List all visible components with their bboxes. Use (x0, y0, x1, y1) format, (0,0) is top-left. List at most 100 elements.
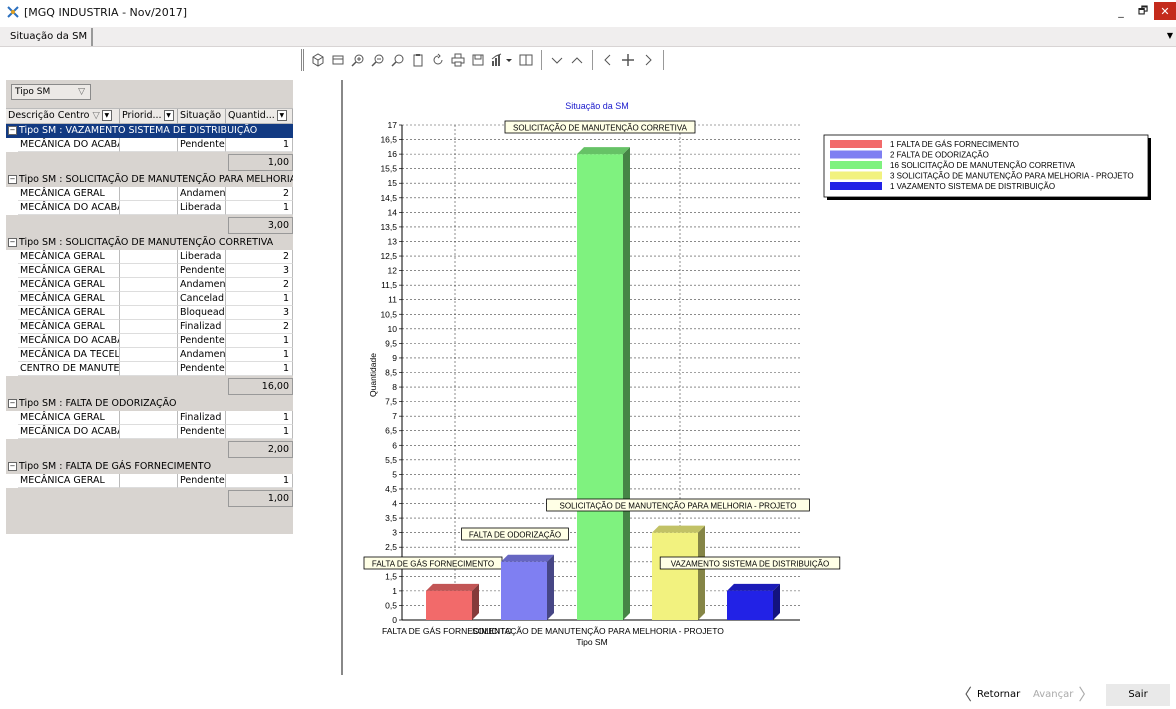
table-cell (120, 334, 178, 348)
y-tick-label: 0 (392, 615, 397, 625)
table-cell: Andamen (178, 348, 226, 362)
table-row[interactable]: MECÂNICA GERAL Pendente 1 (6, 474, 293, 488)
expand-icon[interactable] (567, 50, 587, 70)
prev-icon[interactable] (598, 50, 618, 70)
table-row[interactable]: MECÂNICA DA TECELA Andamen 1 (6, 348, 293, 362)
next-icon[interactable] (638, 50, 658, 70)
table-row[interactable]: MECÂNICA DO ACABAI Pendente 1 (6, 334, 293, 348)
table-row[interactable]: MECÂNICA GERAL Liberada 2 (6, 250, 293, 264)
column-header-descricao[interactable]: Descrição Centro ▽ ▼ (6, 109, 120, 124)
y-tick-label: 3,5 (385, 513, 397, 523)
bar-top (727, 583, 780, 591)
minimize-button[interactable]: _ (1110, 2, 1132, 20)
panel-splitter[interactable] (341, 80, 343, 675)
window-icon[interactable] (328, 50, 348, 70)
bar (727, 590, 773, 620)
group-by-box[interactable]: Tipo SM ▽ (11, 84, 91, 100)
chart-type-icon[interactable] (488, 50, 516, 70)
table-row[interactable]: MECÂNICA GERAL Finalizad 2 (6, 320, 293, 334)
legend-swatch (830, 182, 882, 190)
column-header-label: Quantid... (228, 110, 275, 121)
table-row[interactable]: MECÂNICA GERAL Finalizad 1 (6, 411, 293, 425)
x-tick-label: SOLICITAÇÃO DE MANUTENÇÃO PARA MELHORIA … (472, 626, 724, 636)
table-cell (120, 264, 178, 278)
tab-dropdown-icon[interactable]: ▼ (1167, 31, 1173, 40)
column-header-quantidade[interactable]: Quantid... ▼ (226, 109, 293, 124)
total-cell: 16,00 (228, 378, 293, 395)
collapse-icon[interactable]: − (8, 399, 17, 408)
tab-situacao-sm[interactable]: Situação da SM (6, 28, 94, 46)
table-row[interactable]: MECÂNICA GERAL Cancelad 1 (6, 292, 293, 306)
collapse-icon[interactable] (547, 50, 567, 70)
table-cell (120, 306, 178, 320)
table-row[interactable]: MECÂNICA DO ACABAI Pendente 1 (6, 425, 293, 439)
group-title: Tipo SM : SOLICITAÇÃO DE MANUTENÇÃO CORR… (19, 237, 274, 248)
table-row[interactable]: MECÂNICA GERAL Andamen 2 (6, 278, 293, 292)
table-cell: 1 (226, 425, 293, 439)
y-tick-label: 12 (388, 266, 398, 276)
pivot-grid: Tipo SM ▽ Descrição Centro ▽ ▼ Priorid...… (6, 80, 293, 534)
print-icon[interactable] (448, 50, 468, 70)
table-cell: Pendente (178, 362, 226, 376)
save-icon[interactable] (468, 50, 488, 70)
zoom-in-icon[interactable] (348, 50, 368, 70)
column-header-label: Priorid... (122, 110, 162, 121)
table-row[interactable]: MECÂNICA DO ACABAI Pendente 1 (6, 138, 293, 152)
move-icon[interactable] (618, 50, 638, 70)
y-tick-label: 9 (392, 353, 397, 363)
y-tick-label: 0,5 (385, 600, 397, 610)
group-row[interactable]: − Tipo SM : SOLICITAÇÃO DE MANUTENÇÃO COR… (6, 236, 293, 250)
table-cell: Cancelad (178, 292, 226, 306)
bar (577, 154, 623, 620)
next-label: Avançar (1033, 689, 1074, 700)
group-row[interactable]: − Tipo SM : SOLICITAÇÃO DE MANUTENÇÃO PAR… (6, 173, 293, 187)
dropdown-icon[interactable]: ▼ (163, 110, 174, 121)
y-tick-label: 6,5 (385, 426, 397, 436)
dropdown-icon[interactable]: ▼ (101, 110, 112, 121)
collapse-icon[interactable]: − (8, 462, 17, 471)
rotate-icon[interactable] (428, 50, 448, 70)
restore-button[interactable]: 🗗 (1132, 2, 1154, 20)
column-header-situacao[interactable]: Situação (178, 109, 226, 124)
total-row: 2,00 (6, 441, 293, 458)
y-tick-label: 8 (392, 382, 397, 392)
data-label: FALTA DE GÁS FORNECIMENTO (372, 560, 494, 569)
table-cell: 2 (226, 187, 293, 201)
table-cell: MECÂNICA GERAL (18, 320, 120, 334)
table-cell: 1 (226, 292, 293, 306)
group-row[interactable]: − Tipo SM : FALTA DE GÁS FORNECIMENTO (6, 460, 293, 474)
table-row[interactable]: MECÂNICA GERAL Andamen 2 (6, 187, 293, 201)
total-cell: 2,00 (228, 441, 293, 458)
filter-icon[interactable]: ▽ (93, 110, 100, 121)
exit-button[interactable]: Sair (1106, 684, 1170, 706)
zoom-out-icon[interactable] (368, 50, 388, 70)
clipboard-icon[interactable] (408, 50, 428, 70)
y-tick-label: 9,5 (385, 338, 397, 348)
table-row[interactable]: CENTRO DE MANUTEN Pendente 1 (6, 362, 293, 376)
table-cell: 2 (226, 250, 293, 264)
filter-icon[interactable]: ▽ (78, 85, 85, 99)
table-cell: 1 (226, 201, 293, 215)
zoom-fit-icon[interactable] (388, 50, 408, 70)
table-row[interactable]: MECÂNICA GERAL Pendente 3 (6, 264, 293, 278)
next-button[interactable]: Avançar 〉 (1033, 684, 1094, 706)
group-row[interactable]: − Tipo SM : VAZAMENTO SISTEMA DE DISTRIBU… (6, 124, 293, 138)
table-row[interactable]: MECÂNICA DO ACABAI Liberada 1 (6, 201, 293, 215)
collapse-icon[interactable]: − (8, 238, 17, 247)
tab-bar: Situação da SM ▼ (0, 27, 1176, 47)
back-button[interactable]: 〈 Retornar (956, 684, 1020, 706)
collapse-icon[interactable]: − (8, 126, 17, 135)
table-cell: 3 (226, 264, 293, 278)
table-cell: Andamen (178, 187, 226, 201)
table-row[interactable]: MECÂNICA GERAL Bloquead 3 (6, 306, 293, 320)
close-button[interactable]: ✕ (1154, 2, 1176, 20)
layout-icon[interactable] (516, 50, 536, 70)
group-row[interactable]: − Tipo SM : FALTA DE ODORIZAÇÃO (6, 397, 293, 411)
collapse-icon[interactable]: − (8, 175, 17, 184)
box-icon[interactable] (308, 50, 328, 70)
y-tick-label: 3 (392, 528, 397, 538)
dropdown-icon[interactable]: ▼ (276, 110, 287, 121)
legend-label: 1 FALTA DE GÁS FORNECIMENTO (890, 140, 1019, 149)
column-header-prioridade[interactable]: Priorid... ▼ (120, 109, 178, 124)
table-cell: MECÂNICA GERAL (18, 292, 120, 306)
